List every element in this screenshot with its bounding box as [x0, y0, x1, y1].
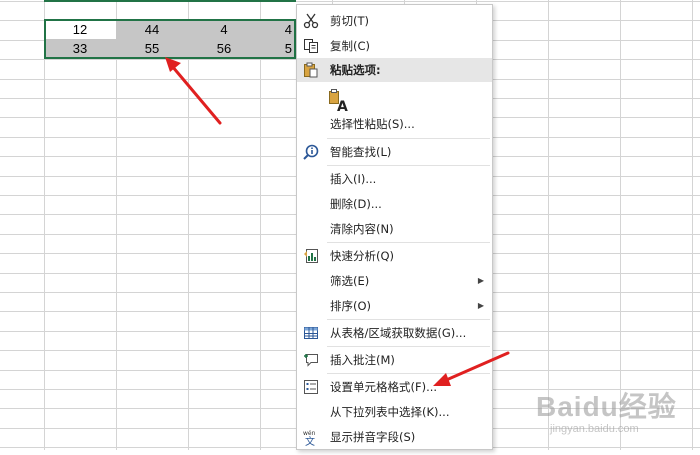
- clipboard-icon: [303, 62, 319, 78]
- menu-item-clear-contents[interactable]: 清除内容(N): [297, 217, 492, 241]
- menu-item-sort[interactable]: 排序(O) ▶: [297, 294, 492, 318]
- menu-section-label: 粘贴选项:: [330, 63, 381, 77]
- cell-a2[interactable]: 33: [44, 39, 116, 59]
- cell-b1[interactable]: 44: [116, 20, 188, 40]
- menu-item-get-data[interactable]: 从表格/区域获取数据(G)...: [297, 321, 492, 345]
- cell-c1[interactable]: 4: [188, 20, 260, 40]
- menu-item-label: 插入批注(M): [330, 353, 395, 367]
- paste-icon-letter: A: [337, 99, 348, 113]
- format-cells-icon: [303, 379, 319, 395]
- menu-item-insert-comment[interactable]: 插入批注(M): [297, 348, 492, 372]
- menu-item-copy[interactable]: 复制(C): [297, 34, 492, 58]
- menu-separator: [327, 138, 490, 139]
- quick-analysis-icon: [303, 248, 319, 264]
- comment-icon: [303, 352, 319, 368]
- table-icon: [303, 325, 319, 341]
- menu-separator: [327, 373, 490, 374]
- menu-item-filter[interactable]: 筛选(E) ▶: [297, 269, 492, 293]
- menu-item-label: 筛选(E): [330, 274, 370, 288]
- cell-c2[interactable]: 56: [188, 39, 260, 59]
- phonetic-icon: wén 文: [303, 429, 319, 448]
- menu-item-label: 设置单元格格式(F)...: [330, 380, 438, 394]
- menu-separator: [327, 242, 490, 243]
- menu-item-insert[interactable]: 插入(I)...: [297, 167, 492, 191]
- menu-item-cut[interactable]: 剪切(T): [297, 9, 492, 33]
- menu-item-format-cells[interactable]: 设置单元格格式(F)...: [297, 375, 492, 399]
- menu-item-label: 从下拉列表中选择(K)...: [330, 405, 450, 419]
- menu-separator: [327, 319, 490, 320]
- copy-icon: [303, 38, 319, 54]
- smart-lookup-icon: [303, 144, 319, 160]
- menu-item-label: 快速分析(Q): [330, 249, 395, 263]
- scissors-icon: [303, 13, 319, 29]
- menu-item-label: 删除(D)...: [330, 197, 382, 211]
- menu-item-paste-special[interactable]: 选择性粘贴(S)...: [297, 112, 492, 136]
- menu-item-smart-lookup[interactable]: 智能查找(L): [297, 140, 492, 164]
- menu-item-label: 排序(O): [330, 299, 372, 313]
- cell-d1[interactable]: 4: [260, 20, 296, 40]
- cell-a1[interactable]: 12: [44, 20, 116, 40]
- cell-d2[interactable]: 5: [260, 39, 296, 59]
- menu-item-label: 从表格/区域获取数据(G)...: [330, 326, 467, 340]
- menu-item-label: 复制(C): [330, 39, 371, 53]
- menu-item-label: 智能查找(L): [330, 145, 392, 159]
- submenu-arrow-icon: ▶: [477, 276, 484, 285]
- menu-item-delete[interactable]: 删除(D)...: [297, 192, 492, 216]
- context-menu: 剪切(T) 复制(C) 粘贴选项: A 选择性粘贴(S)... 智能查找(L) …: [296, 4, 493, 450]
- paste-option-values-button[interactable]: A: [327, 87, 349, 115]
- submenu-arrow-icon: ▶: [477, 301, 484, 310]
- menu-item-pick-from-list[interactable]: 从下拉列表中选择(K)...: [297, 400, 492, 424]
- menu-item-label: 剪切(T): [330, 14, 369, 28]
- menu-separator: [327, 346, 490, 347]
- phonetic-icon-top: wén: [303, 430, 316, 437]
- menu-item-label: 显示拼音字段(S): [330, 430, 416, 444]
- phonetic-icon-bottom: 文: [305, 435, 315, 447]
- menu-separator: [327, 165, 490, 166]
- menu-section-paste-options: 粘贴选项:: [297, 58, 492, 82]
- menu-item-label: 清除内容(N): [330, 222, 394, 236]
- menu-item-label: 选择性粘贴(S)...: [330, 117, 415, 131]
- menu-item-quick-analysis[interactable]: 快速分析(Q): [297, 244, 492, 268]
- menu-item-show-phonetic[interactable]: wén 文 显示拼音字段(S): [297, 425, 492, 449]
- paste-text-icon: A: [329, 89, 348, 115]
- active-column-indicator: [44, 0, 296, 2]
- menu-item-label: 插入(I)...: [330, 172, 377, 186]
- cell-b2[interactable]: 55: [116, 39, 188, 59]
